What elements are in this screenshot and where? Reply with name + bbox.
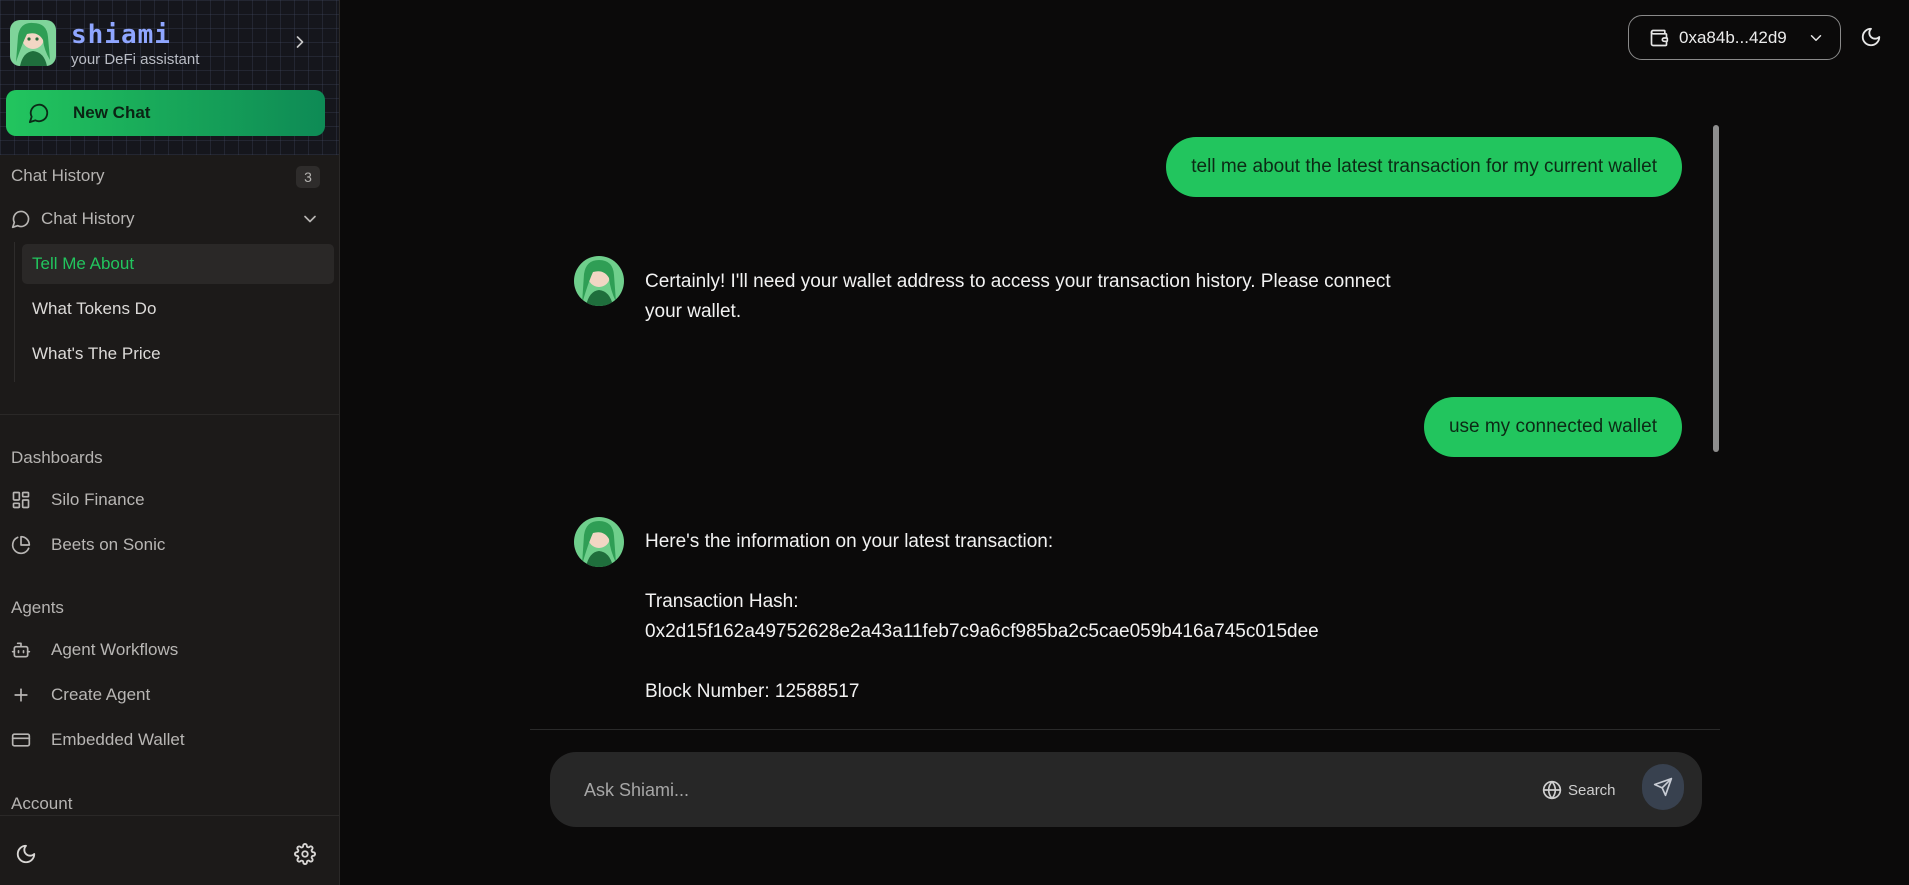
credit-card-icon (11, 730, 31, 750)
block-number: Block Number: 12588517 (645, 681, 860, 702)
wallet-icon (1649, 28, 1669, 48)
chat-bubble-icon (28, 102, 50, 124)
send-button[interactable] (1642, 764, 1684, 810)
history-item-label: Tell Me About (32, 254, 135, 273)
sidebar-divider (0, 414, 339, 415)
message-line: Certainly! I'll need your wallet address… (645, 271, 1391, 292)
user-message: tell me about the latest transaction for… (1166, 137, 1682, 197)
sidebar-item-label: Embedded Wallet (51, 730, 185, 749)
sidebar-item-label: Agent Workflows (51, 640, 179, 659)
sidebar-item-embedded-wallet[interactable]: Embedded Wallet (0, 722, 339, 758)
message-line: Here's the information on your latest tr… (645, 531, 1054, 552)
dashboards-title: Dashboards (11, 448, 103, 467)
sidebar-item-beets-on-sonic[interactable]: Beets on Sonic (0, 527, 339, 563)
pie-chart-icon (11, 535, 31, 555)
send-icon (1653, 777, 1673, 797)
history-item-whats-the-price[interactable]: What's The Price (22, 334, 334, 374)
chevron-down-icon (300, 209, 320, 229)
bot-icon (11, 640, 31, 660)
moon-icon[interactable] (15, 843, 37, 865)
search-toggle-button[interactable]: Search (1542, 778, 1616, 802)
sidebar-item-label: Silo Finance (51, 490, 145, 509)
account-title: Account (11, 794, 73, 813)
sidebar-item-create-agent[interactable]: Create Agent (0, 677, 339, 713)
history-tree-line (14, 242, 15, 382)
chat-history-toggle-label: Chat History (41, 209, 135, 228)
sidebar-item-silo-finance[interactable]: Silo Finance (0, 482, 339, 518)
history-item-tell-me-about[interactable]: Tell Me About (22, 244, 334, 284)
chevron-down-icon (1807, 29, 1825, 47)
grid-icon (11, 490, 31, 510)
sidebar-item-label: Create Agent (51, 685, 151, 704)
message-line: your wallet. (645, 301, 742, 322)
chat-bubble-icon (11, 209, 31, 229)
brand-tagline: your DeFi assistant (71, 51, 200, 68)
composer: Search (550, 752, 1702, 827)
brand-name: shiami (71, 20, 171, 50)
message-line: Transaction Hash: (645, 591, 799, 612)
history-item-label: What Tokens Do (32, 299, 157, 318)
message-line (645, 647, 1465, 677)
sidebar-item-label: Beets on Sonic (51, 535, 166, 554)
message-line (645, 557, 1465, 587)
globe-icon (1542, 780, 1562, 800)
agents-title: Agents (11, 598, 64, 617)
chat-scrollbar[interactable] (1713, 125, 1719, 452)
wallet-address: 0xa84b...42d9 (1679, 28, 1787, 47)
sidebar: shiami your DeFi assistant New Chat Chat… (0, 0, 340, 885)
gear-icon[interactable] (294, 843, 316, 865)
new-chat-button[interactable]: New Chat (6, 90, 325, 136)
history-item-label: What's The Price (32, 344, 161, 363)
history-item-what-tokens-do[interactable]: What Tokens Do (22, 289, 334, 329)
app-root: shiami your DeFi assistant New Chat Chat… (0, 0, 1909, 885)
chat-history-title: Chat History (11, 166, 105, 185)
transaction-hash: 0x2d15f162a49752628e2a43a11feb7c9a6cf985… (645, 621, 1319, 642)
new-chat-label: New Chat (73, 103, 151, 122)
assistant-message: Here's the information on your latest tr… (645, 527, 1465, 707)
plus-icon (11, 685, 31, 705)
moon-icon[interactable] (1860, 26, 1882, 48)
user-message: use my connected wallet (1423, 397, 1682, 457)
assistant-avatar (574, 256, 624, 306)
chat-messages[interactable]: tell me about the latest transaction for… (530, 122, 1720, 730)
search-toggle-label: Search (1568, 781, 1616, 799)
chevron-right-icon[interactable] (290, 32, 310, 52)
chat-history-toggle[interactable]: Chat History (0, 201, 339, 237)
brand-avatar (10, 20, 56, 66)
message-input[interactable] (584, 774, 1444, 806)
sidebar-footer (0, 815, 339, 885)
wallet-button[interactable]: 0xa84b...42d9 (1628, 15, 1841, 60)
chat-history-count-badge: 3 (296, 166, 320, 188)
sidebar-item-agent-workflows[interactable]: Agent Workflows (0, 632, 339, 668)
assistant-avatar (574, 517, 624, 567)
brand-header: shiami your DeFi assistant New Chat (0, 0, 339, 155)
assistant-message: Certainly! I'll need your wallet address… (645, 267, 1465, 327)
